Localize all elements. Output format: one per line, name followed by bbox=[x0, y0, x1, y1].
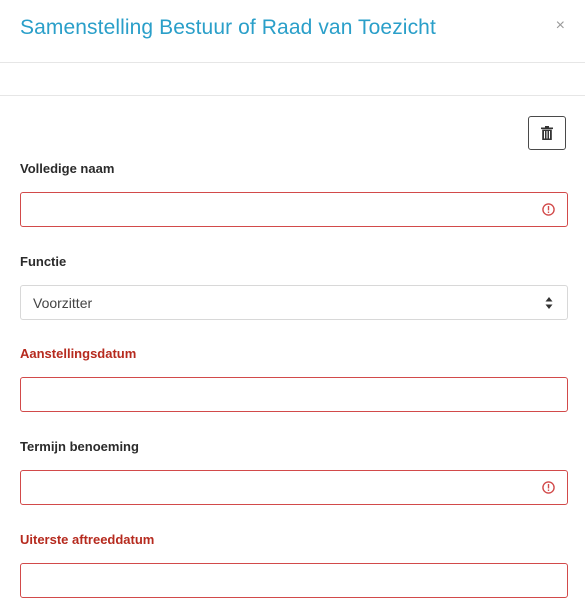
term-field[interactable] bbox=[20, 470, 568, 505]
section-divider bbox=[0, 95, 585, 96]
appointment-date-field[interactable] bbox=[20, 377, 568, 412]
close-button[interactable]: × bbox=[556, 18, 565, 34]
retirement-date-label: Uiterste aftreeddatum bbox=[20, 532, 155, 547]
error-icon bbox=[542, 481, 555, 494]
term-label: Termijn benoeming bbox=[20, 439, 139, 454]
function-select[interactable]: Voorzitter bbox=[20, 285, 568, 320]
sort-arrows-icon bbox=[545, 297, 553, 309]
delete-button[interactable] bbox=[528, 116, 566, 150]
appointment-date-input[interactable] bbox=[21, 378, 567, 411]
retirement-date-input[interactable] bbox=[21, 564, 567, 597]
full-name-label: Volledige naam bbox=[20, 161, 115, 176]
header-divider bbox=[0, 62, 585, 63]
error-icon bbox=[542, 203, 555, 216]
appointment-date-label: Aanstellingsdatum bbox=[20, 346, 137, 361]
function-select-value: Voorzitter bbox=[33, 295, 93, 311]
full-name-input[interactable] bbox=[21, 193, 567, 226]
dialog-title: Samenstelling Bestuur of Raad van Toezic… bbox=[20, 16, 436, 39]
retirement-date-field[interactable] bbox=[20, 563, 568, 598]
trash-icon bbox=[541, 126, 553, 140]
term-input[interactable] bbox=[21, 471, 567, 504]
modal-dialog: Samenstelling Bestuur of Raad van Toezic… bbox=[0, 0, 585, 601]
function-label: Functie bbox=[20, 254, 67, 269]
full-name-field[interactable] bbox=[20, 192, 568, 227]
